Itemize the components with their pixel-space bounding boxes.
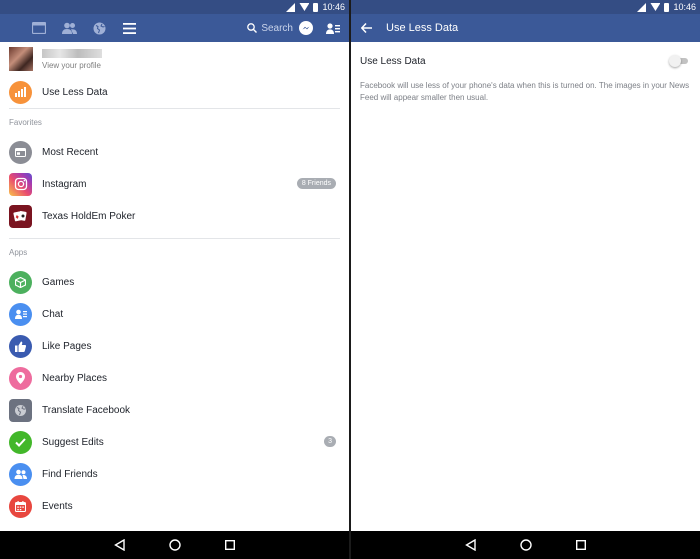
menu-item-label: Use Less Data [42, 86, 108, 98]
news-feed-tab[interactable] [24, 14, 54, 42]
menu-item-label: Find Friends [42, 468, 98, 480]
menu-item-use-less-data[interactable]: Use Less Data [0, 76, 349, 108]
home-nav-icon[interactable] [520, 539, 532, 551]
menu-item-instagram[interactable]: Instagram 8 Friends [0, 168, 349, 200]
status-bar: 10:46 [0, 0, 349, 14]
menu-tab[interactable] [114, 14, 144, 42]
menu-item-find-friends[interactable]: Find Friends [0, 458, 349, 490]
view-profile-link: View your profile [42, 60, 101, 70]
friend-requests-tab[interactable] [54, 14, 84, 42]
search-icon [247, 23, 258, 33]
menu-item-texas-holdem-poker[interactable]: Texas HoldEm Poker [0, 200, 349, 232]
right-pane: 10:46 Use Less Data Use Less Data Facebo… [351, 0, 700, 531]
menu-item-label: Most Recent [42, 146, 99, 158]
blurred-profile-name [42, 48, 102, 58]
find-friends-icon [9, 462, 32, 486]
menu-item-label: Like Pages [42, 340, 92, 352]
status-bar: 10:46 [351, 0, 700, 14]
wifi-icon [299, 3, 310, 11]
poker-icon [9, 204, 32, 228]
signal-icon [637, 2, 647, 12]
menu-item-label: Games [42, 276, 75, 288]
games-icon [9, 270, 32, 294]
back-button[interactable] [361, 23, 372, 33]
status-time: 10:46 [322, 2, 345, 12]
back-nav-icon[interactable] [114, 539, 125, 551]
messenger-icon [302, 26, 310, 30]
messenger-button[interactable] [299, 21, 313, 35]
globe-icon [93, 22, 105, 34]
chat-icon [9, 302, 32, 326]
toggle-thumb [669, 55, 681, 67]
back-arrow-icon [361, 23, 372, 33]
menu-item-label: Texas HoldEm Poker [42, 210, 136, 222]
menu-item-events[interactable]: Events [0, 490, 349, 522]
page-title: Use Less Data [386, 22, 459, 34]
menu-item-like-pages[interactable]: Like Pages [0, 330, 349, 362]
menu-item-label: Translate Facebook [42, 404, 131, 416]
menu-item-label: Instagram [42, 178, 87, 190]
recents-nav-icon[interactable] [576, 540, 586, 550]
home-nav-icon[interactable] [169, 539, 181, 551]
menu-item-label: Events [42, 500, 73, 512]
count-badge: 3 [324, 436, 336, 447]
menu-item-suggest-edits[interactable]: Suggest Edits 3 [0, 426, 349, 458]
menu-item-label: Nearby Places [42, 372, 108, 384]
friends-icon [61, 22, 77, 34]
contacts-icon [326, 22, 340, 34]
translate-globe-icon [9, 398, 32, 422]
instagram-icon [9, 172, 32, 196]
contacts-button[interactable] [325, 14, 341, 42]
friends-badge: 8 Friends [296, 178, 336, 189]
recents-nav-icon[interactable] [225, 540, 235, 550]
top-nav-bar: Search [0, 14, 349, 42]
search-button[interactable]: Search [247, 23, 293, 34]
android-nav-bar [0, 531, 349, 559]
menu-item-label: Suggest Edits [42, 436, 104, 448]
location-pin-icon [9, 366, 32, 390]
notifications-tab[interactable] [84, 14, 114, 42]
android-nav-bar [351, 531, 700, 559]
calendar-icon [9, 494, 32, 518]
menu-item-chat[interactable]: Chat [0, 298, 349, 330]
status-time: 10:46 [673, 2, 696, 12]
menu-item-label: Chat [42, 308, 64, 320]
favorites-header: Favorites [9, 118, 42, 127]
checkmark-icon [9, 430, 32, 454]
avatar [9, 47, 33, 71]
menu-item-translate-facebook[interactable]: Translate Facebook [0, 394, 349, 426]
thumbs-up-icon [9, 334, 32, 358]
battery-icon [313, 2, 319, 12]
use-less-data-toggle[interactable] [669, 55, 689, 67]
setting-label: Use Less Data [360, 55, 426, 67]
settings-app-bar: Use Less Data [351, 14, 700, 42]
most-recent-icon [9, 140, 32, 164]
profile-row[interactable]: View your profile [0, 42, 349, 76]
hamburger-menu-icon [122, 22, 136, 34]
back-nav-icon[interactable] [465, 539, 476, 551]
apps-header: Apps [9, 248, 28, 257]
menu-item-games[interactable]: Games [0, 266, 349, 298]
menu-item-nearby-places[interactable]: Nearby Places [0, 362, 349, 394]
left-pane: 10:46 Search View your profile Use Less … [0, 0, 349, 531]
data-bars-icon [9, 80, 32, 104]
use-less-data-setting: Use Less Data [351, 42, 700, 80]
setting-description: Facebook will use less of your phone's d… [360, 81, 690, 102]
search-placeholder: Search [261, 22, 293, 34]
signal-icon [286, 2, 296, 12]
menu-item-most-recent[interactable]: Most Recent [0, 136, 349, 168]
battery-icon [664, 2, 670, 12]
wifi-icon [650, 3, 661, 11]
news-feed-icon [32, 22, 46, 34]
